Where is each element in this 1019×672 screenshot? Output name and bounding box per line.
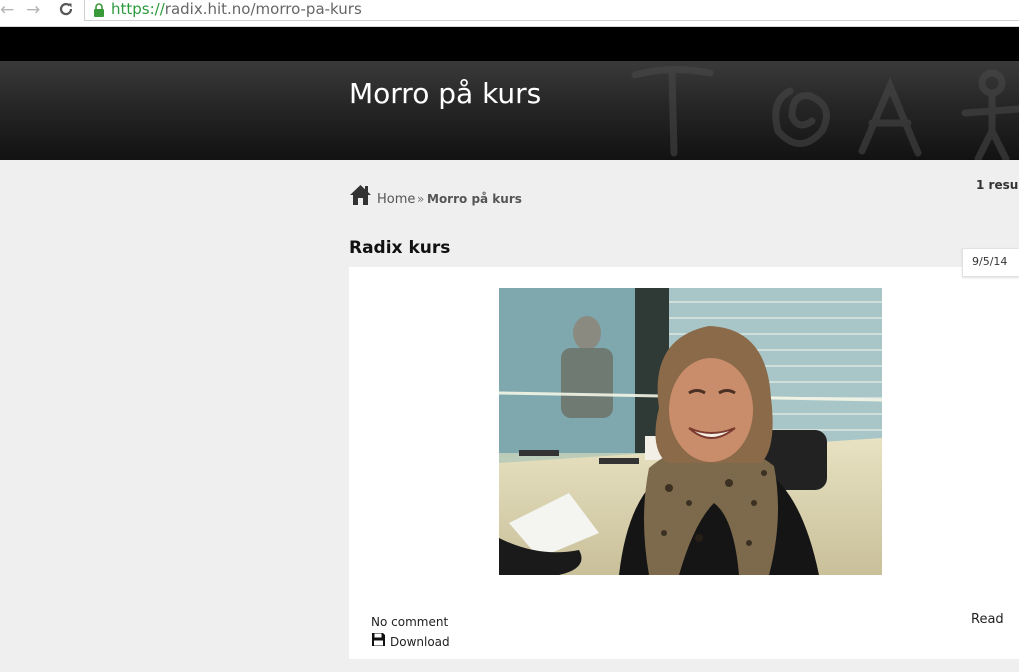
- date-badge: 9/5/14: [962, 248, 1019, 277]
- back-arrow-icon[interactable]: ←: [0, 1, 16, 19]
- reload-icon[interactable]: [58, 1, 76, 19]
- post-title[interactable]: Radix kurs: [349, 238, 450, 258]
- browser-toolbar: ← → https://radix.hit.no/morro-pa-kurs: [0, 0, 1019, 27]
- page-header: Morro på kurs: [0, 61, 1019, 160]
- top-nav-strip: [0, 27, 1019, 61]
- url-path: radix.hit.no/morro-pa-kurs: [164, 0, 362, 18]
- read-more-link[interactable]: Read: [971, 612, 1004, 627]
- breadcrumb-home-link[interactable]: Home: [377, 192, 415, 207]
- url-text: https://radix.hit.no/morro-pa-kurs: [111, 0, 362, 19]
- breadcrumb-separator: »: [417, 192, 425, 206]
- forward-arrow-icon[interactable]: →: [26, 1, 44, 19]
- page-title: Morro på kurs: [349, 77, 542, 110]
- download-label: Download: [390, 635, 450, 649]
- address-bar[interactable]: https://radix.hit.no/morro-pa-kurs: [84, 0, 1019, 21]
- breadcrumb-current: Morro på kurs: [427, 192, 522, 206]
- floppy-disk-icon: [371, 632, 386, 647]
- home-icon[interactable]: [349, 184, 372, 206]
- result-count: 1 result: [976, 178, 1019, 192]
- post-date: 9/5/14: [972, 255, 1008, 268]
- header-glyph-decoration: [631, 65, 1019, 160]
- lock-icon: [93, 2, 105, 17]
- post-photo[interactable]: [499, 288, 882, 575]
- comment-count[interactable]: No comment: [371, 615, 448, 629]
- url-scheme: https://: [111, 0, 165, 18]
